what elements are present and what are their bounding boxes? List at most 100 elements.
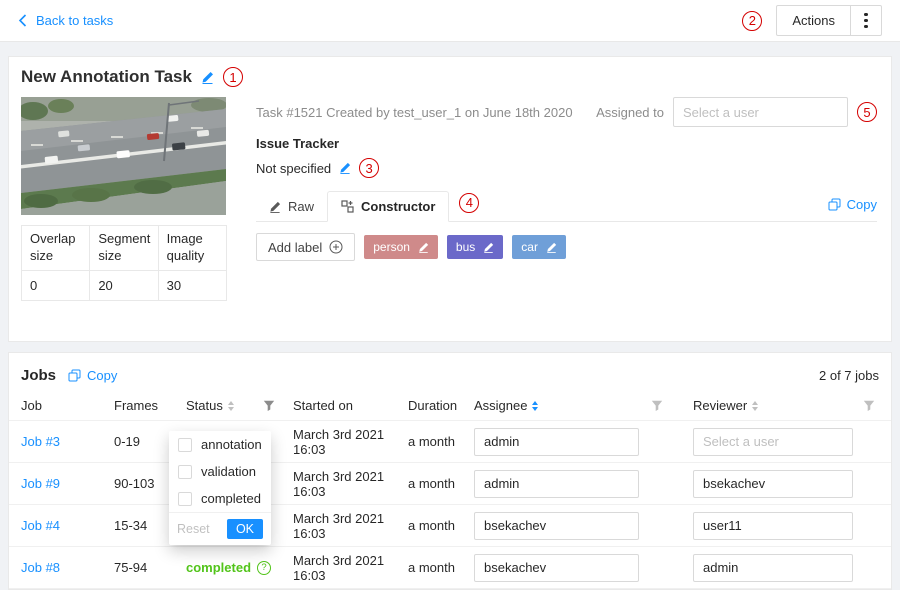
filter-icon-assignee[interactable] (651, 400, 663, 412)
column-assignee[interactable]: Assignee (474, 398, 693, 413)
started-cell: March 3rd 2021 16:03 (293, 511, 408, 541)
started-cell: March 3rd 2021 16:03 (293, 553, 408, 583)
filter-option-validation[interactable]: validation (169, 458, 271, 485)
checkbox-icon[interactable] (178, 492, 192, 506)
started-cell: March 3rd 2021 16:03 (293, 427, 408, 457)
edit-label-icon[interactable] (483, 242, 494, 253)
reviewer-cell (693, 554, 879, 582)
back-to-tasks-label: Back to tasks (36, 13, 113, 28)
topbar-right: 2 Actions (742, 5, 882, 36)
reviewer-input[interactable] (693, 512, 853, 540)
label-chip-person-name: person (373, 240, 410, 254)
copy-jobs-label: Copy (87, 368, 117, 383)
job-link[interactable]: Job #3 (21, 434, 114, 449)
edit-issue-tracker-icon[interactable] (339, 162, 351, 174)
label-chip-car-name: car (521, 240, 538, 254)
reviewer-input[interactable] (693, 470, 853, 498)
back-to-tasks-link[interactable]: Back to tasks (18, 13, 113, 28)
reviewer-cell (693, 428, 879, 456)
duration-cell: a month (408, 518, 474, 533)
sort-icons-status[interactable] (228, 401, 234, 411)
status-filter-dropdown: annotation validation completed Reset OK (169, 431, 271, 545)
edit-label-icon[interactable] (546, 242, 557, 253)
topbar: Back to tasks 2 Actions (0, 0, 900, 42)
reviewer-input[interactable] (693, 554, 853, 582)
constructor-icon (341, 200, 354, 213)
label-chip-bus[interactable]: bus (447, 235, 503, 259)
annotation-circle-4: 4 (459, 193, 479, 213)
copy-labels-link[interactable]: Copy (828, 197, 877, 221)
table-row: Job #4 15-34 March 3rd 2021 16:03 a mont… (9, 505, 891, 547)
table-row: Job #9 90-103 March 3rd 2021 16:03 a mon… (9, 463, 891, 505)
edit-task-name-icon[interactable] (201, 71, 214, 84)
actions-button-group: Actions (776, 5, 882, 36)
add-label-button[interactable]: Add label (256, 233, 355, 261)
assigned-to-label: Assigned to (596, 105, 664, 120)
filter-option-completed[interactable]: completed (169, 485, 271, 512)
copy-icon (828, 198, 841, 211)
tab-constructor-label: Constructor (361, 199, 435, 214)
job-link[interactable]: Job #8 (21, 560, 114, 575)
job-link[interactable]: Job #9 (21, 476, 114, 491)
label-chip-person[interactable]: person (364, 235, 438, 259)
column-reviewer-label: Reviewer (693, 398, 747, 413)
task-details-card: New Annotation Task 1 (8, 56, 892, 342)
label-chip-bus-name: bus (456, 240, 475, 254)
assignee-cell (474, 512, 693, 540)
param-value-overlap: 0 (22, 270, 90, 300)
edit-label-icon[interactable] (418, 242, 429, 253)
task-parameters-table: Overlap size Segment size Image quality … (21, 225, 227, 301)
column-frames-label: Frames (114, 398, 158, 413)
sort-icons-reviewer[interactable] (752, 401, 758, 411)
job-link[interactable]: Job #4 (21, 518, 114, 533)
table-row: Job #8 75-94 completed ? March 3rd 2021 … (9, 547, 891, 589)
param-value-segment: 20 (90, 270, 158, 300)
assignee-input[interactable] (474, 554, 639, 582)
copy-labels-label: Copy (847, 197, 877, 212)
actions-button[interactable]: Actions (776, 5, 851, 36)
assignee-input[interactable] (474, 470, 639, 498)
filter-option-annotation[interactable]: annotation (169, 431, 271, 458)
checkbox-icon[interactable] (178, 438, 192, 452)
sort-icons-assignee[interactable] (532, 401, 538, 411)
labels-tabs-bar: Raw Constructor 4 Copy (256, 188, 877, 222)
issue-tracker-value-row: Not specified 3 (256, 158, 877, 178)
copy-jobs-link[interactable]: Copy (68, 368, 117, 383)
column-started-on: Started on (293, 398, 408, 413)
task-title-row: New Annotation Task 1 (21, 67, 243, 87)
started-cell: March 3rd 2021 16:03 (293, 469, 408, 499)
edit-icon (269, 201, 281, 213)
filter-ok-button[interactable]: OK (227, 519, 263, 539)
column-duration: Duration (408, 398, 474, 413)
task-meta-text: Task #1521 Created by test_user_1 on Jun… (256, 105, 573, 120)
assignee-select-input[interactable] (673, 97, 848, 127)
table-row: Job #3 0-19 March 3rd 2021 16:03 a month (9, 421, 891, 463)
duration-cell: a month (408, 434, 474, 449)
checkbox-icon[interactable] (178, 465, 192, 479)
column-status[interactable]: Status (186, 398, 293, 413)
jobs-table-header: Job Frames Status Started on Duration As… (9, 391, 891, 421)
assignee-cell (474, 428, 693, 456)
tab-raw[interactable]: Raw (256, 192, 327, 221)
more-menu-button[interactable] (850, 5, 882, 36)
reviewer-input[interactable] (693, 428, 853, 456)
column-started-on-label: Started on (293, 398, 353, 413)
assignee-input[interactable] (474, 512, 639, 540)
annotation-circle-2: 2 (742, 11, 762, 31)
reviewer-cell (693, 470, 879, 498)
filter-reset-button[interactable]: Reset (177, 522, 210, 536)
reviewer-cell (693, 512, 879, 540)
label-chip-car[interactable]: car (512, 235, 566, 259)
tab-constructor[interactable]: Constructor (327, 191, 449, 222)
column-reviewer[interactable]: Reviewer (693, 398, 879, 413)
jobs-title: Jobs (21, 367, 56, 384)
filter-icon-status[interactable] (263, 400, 275, 412)
question-circle-icon[interactable]: ? (257, 561, 271, 575)
tab-raw-label: Raw (288, 199, 314, 214)
assignee-input[interactable] (474, 428, 639, 456)
plus-circle-icon (329, 240, 343, 254)
filter-option-validation-label: validation (201, 464, 256, 479)
param-header-segment: Segment size (90, 226, 158, 271)
filter-icon-reviewer[interactable] (863, 400, 875, 412)
assignee-cell (474, 554, 693, 582)
